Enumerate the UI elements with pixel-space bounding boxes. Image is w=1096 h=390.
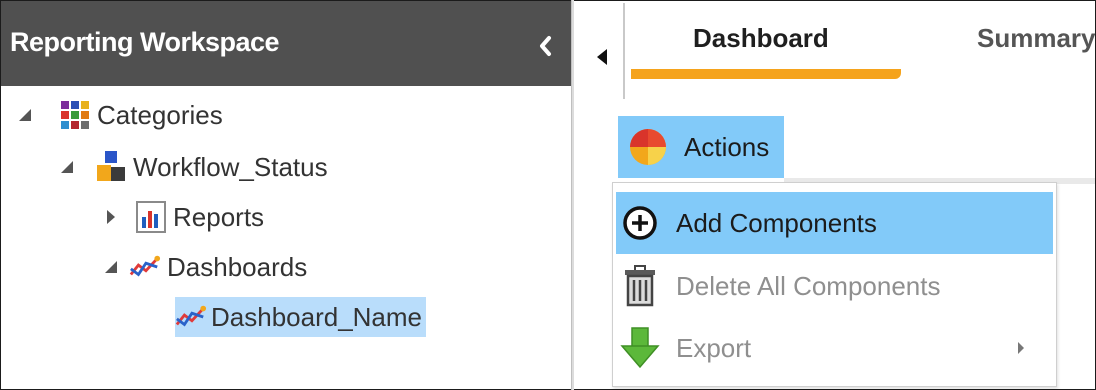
- collapsed-triangle-icon[interactable]: [101, 207, 121, 227]
- trash-icon: [620, 264, 660, 308]
- submenu-arrow-icon: [1018, 342, 1024, 354]
- panel-splitter[interactable]: [571, 0, 574, 390]
- caret-left-icon[interactable]: [595, 47, 609, 67]
- workspace-header: Reporting Workspace: [1, 1, 571, 86]
- menu-item-add-components[interactable]: Add Components: [616, 192, 1053, 254]
- expanded-triangle-icon[interactable]: [57, 157, 77, 177]
- export-down-arrow-icon: [620, 326, 660, 370]
- reporting-workspace-panel: Reporting Workspace Categories Workflow_…: [1, 1, 571, 389]
- collapse-panel-button[interactable]: [531, 28, 559, 64]
- workflow-blocks-icon: [95, 151, 127, 183]
- tree-node-label: Workflow_Status: [133, 151, 328, 182]
- expanded-triangle-icon[interactable]: [15, 105, 35, 125]
- report-chart-icon: [135, 201, 167, 233]
- chevron-left-icon: [540, 36, 551, 56]
- tree-node-label: Categories: [97, 99, 223, 130]
- tree-node-label: Dashboards: [167, 251, 308, 282]
- actions-dropdown-menu: Add Components Delete All Components Exp…: [612, 182, 1057, 387]
- categories-grid-icon: [59, 99, 91, 131]
- add-circle-icon: [620, 201, 660, 245]
- workspace-title: Reporting Workspace: [10, 27, 280, 57]
- tree-node-reports[interactable]: Reports: [101, 197, 264, 237]
- menu-item-label: Export: [676, 332, 752, 363]
- menu-item-delete-all-components[interactable]: Delete All Components: [616, 255, 1053, 317]
- menu-item-export[interactable]: Export: [616, 317, 1053, 379]
- tab-dashboard[interactable]: Dashboard: [693, 23, 829, 54]
- tree-node-categories[interactable]: Categories: [15, 95, 223, 135]
- dashboard-line-icon: [175, 301, 207, 333]
- tree-node-dashboards[interactable]: Dashboards: [101, 247, 307, 287]
- active-tab-indicator: [631, 69, 901, 79]
- actions-label: Actions: [684, 131, 770, 162]
- menu-item-label: Delete All Components: [676, 270, 941, 301]
- actions-button[interactable]: Actions: [618, 116, 784, 178]
- tree-node-label: Reports: [173, 201, 265, 232]
- actions-pie-icon: [628, 127, 668, 167]
- dashboard-line-icon: [129, 251, 161, 283]
- expanded-triangle-icon[interactable]: [101, 257, 121, 277]
- tab-summary[interactable]: Summary: [977, 23, 1096, 54]
- tab-separator: [623, 3, 625, 99]
- tree-node-dashboard-name[interactable]: Dashboard_Name: [175, 297, 427, 337]
- tree-node-workflow-status[interactable]: Workflow_Status: [57, 147, 328, 187]
- tab-bar: Dashboard Summary: [575, 1, 1096, 99]
- tree-node-label: Dashboard_Name: [211, 301, 423, 332]
- dashboard-panel: Dashboard Summary Actions Add Components…: [575, 1, 1096, 389]
- menu-item-label: Add Components: [676, 207, 877, 238]
